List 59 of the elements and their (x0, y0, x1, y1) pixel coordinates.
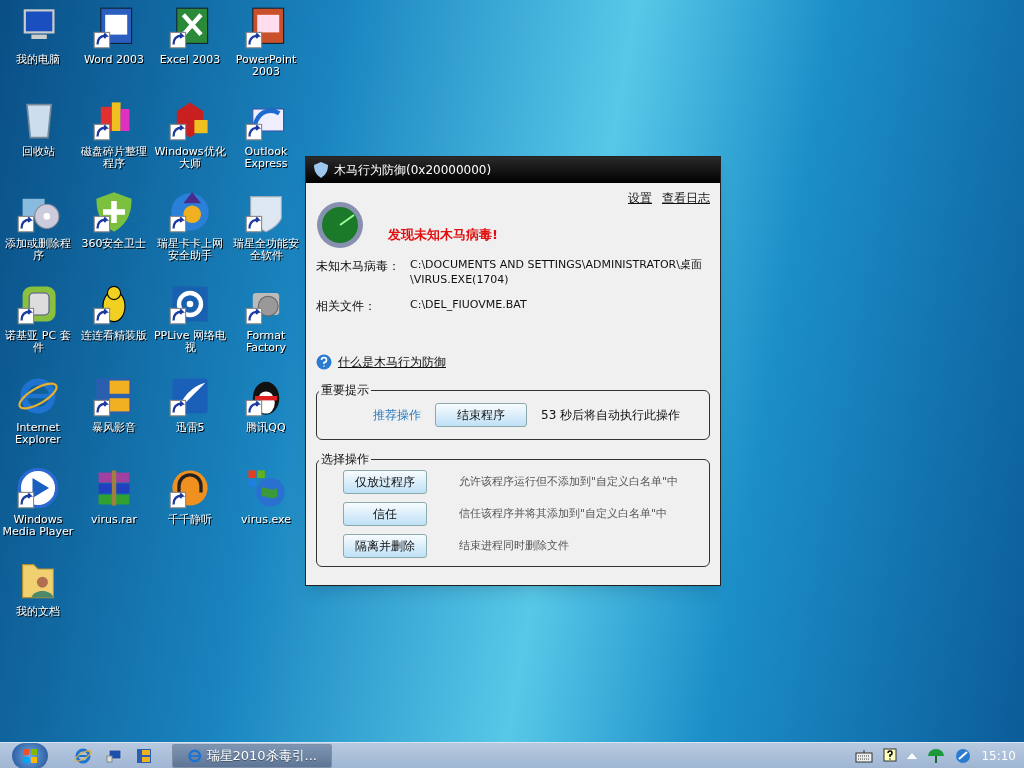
icon-label[interactable]: Word 2003 (77, 54, 151, 66)
media-player-icon[interactable] (136, 747, 152, 764)
radar-icon (316, 201, 364, 249)
help-icon[interactable] (883, 747, 898, 764)
icon-label[interactable]: 360安全卫士 (77, 238, 151, 250)
icon-label[interactable]: 回收站 (1, 146, 75, 158)
alert-message: 发现未知木马病毒! (388, 226, 498, 245)
icon-label[interactable]: Excel 2003 (153, 54, 227, 66)
group-title: 重要提示 (320, 382, 370, 399)
field-label: 未知木马病毒： (316, 258, 401, 275)
icon-label[interactable]: 连连看精装版 (77, 330, 151, 342)
action-description: 结束进程同时删除文件 (459, 537, 569, 554)
end-program-button[interactable]: 结束程序 (435, 403, 527, 427)
icon-label[interactable]: 瑞星卡卡上网安全助手 (153, 238, 227, 262)
icon-label[interactable]: 千千静听 (153, 514, 227, 526)
icon-label[interactable]: 添加或删除程序 (1, 238, 75, 262)
play-disc-icon[interactable] (16, 466, 60, 510)
link[interactable]: 查看日志 (662, 189, 710, 207)
countdown-text: 53 秒后将自动执行此操作 (541, 407, 681, 424)
icon-label[interactable]: 我的文档 (1, 606, 75, 618)
icon-label[interactable]: PPLive 网络电视 (153, 330, 227, 354)
recommend-label: 推荐操作 (373, 407, 421, 424)
action-description: 允许该程序运行但不添加到"自定义白名单"中 (459, 473, 679, 490)
group-title: 选择操作 (320, 451, 370, 468)
window-title: 木马行为防御(0x20000000) (334, 162, 492, 179)
icon-label[interactable]: virus.exe (229, 514, 303, 526)
icon-label[interactable]: Windows Media Player (1, 514, 75, 538)
icon-label[interactable]: 我的电脑 (1, 54, 75, 66)
file-path: C:\DEL_FIUOVME.BAT (410, 297, 528, 313)
icon-label[interactable]: 磁盘碎片整理程序 (77, 146, 151, 170)
icon-label[interactable]: Outlook Express (229, 146, 303, 170)
browser-icon[interactable] (74, 746, 92, 765)
link[interactable]: 设置 (628, 189, 652, 207)
action-button[interactable]: 隔离并删除 (343, 534, 427, 558)
icon-label[interactable]: Format Factory (229, 330, 303, 354)
help-link[interactable]: 什么是木马行为防御 (338, 353, 446, 371)
start-button[interactable] (12, 742, 48, 768)
icon-label[interactable]: PowerPoint 2003 (229, 54, 303, 78)
action-description: 信任该程序并将其添加到"自定义白名单"中 (459, 505, 668, 522)
browser-icon (187, 747, 203, 764)
help-icon (316, 354, 332, 370)
icon-label[interactable]: Internet Explorer (1, 422, 75, 446)
desktop-icon[interactable] (106, 747, 122, 764)
keyboard-icon[interactable] (855, 748, 874, 763)
icon-label[interactable]: 瑞星全功能安全软件 (229, 238, 303, 262)
file-path: C:\DOCUMENTS AND SETTINGS\ADMINISTRATOR\桌面\VIRUS.EXE(1704) (410, 257, 703, 287)
action-button[interactable]: 信任 (343, 502, 427, 526)
icon-label[interactable]: 暴风影音 (77, 422, 151, 434)
icon-label[interactable]: Windows优化大师 (153, 146, 227, 170)
icon-label[interactable]: 迅雷5 (153, 422, 227, 434)
shield-icon (314, 162, 328, 178)
field-label: 相关文件： (316, 298, 377, 315)
action-button[interactable]: 仅放过程序 (343, 470, 427, 494)
umbrella-icon[interactable] (927, 746, 946, 765)
icon-label[interactable]: 腾讯QQ (229, 422, 303, 434)
windows-logo-icon (22, 747, 38, 764)
taskbar-button[interactable]: 瑞星2010杀毒引... (172, 743, 332, 768)
icon-label[interactable]: virus.rar (77, 514, 151, 526)
icon-label[interactable]: 诺基亚 PC 套件 (1, 330, 75, 354)
